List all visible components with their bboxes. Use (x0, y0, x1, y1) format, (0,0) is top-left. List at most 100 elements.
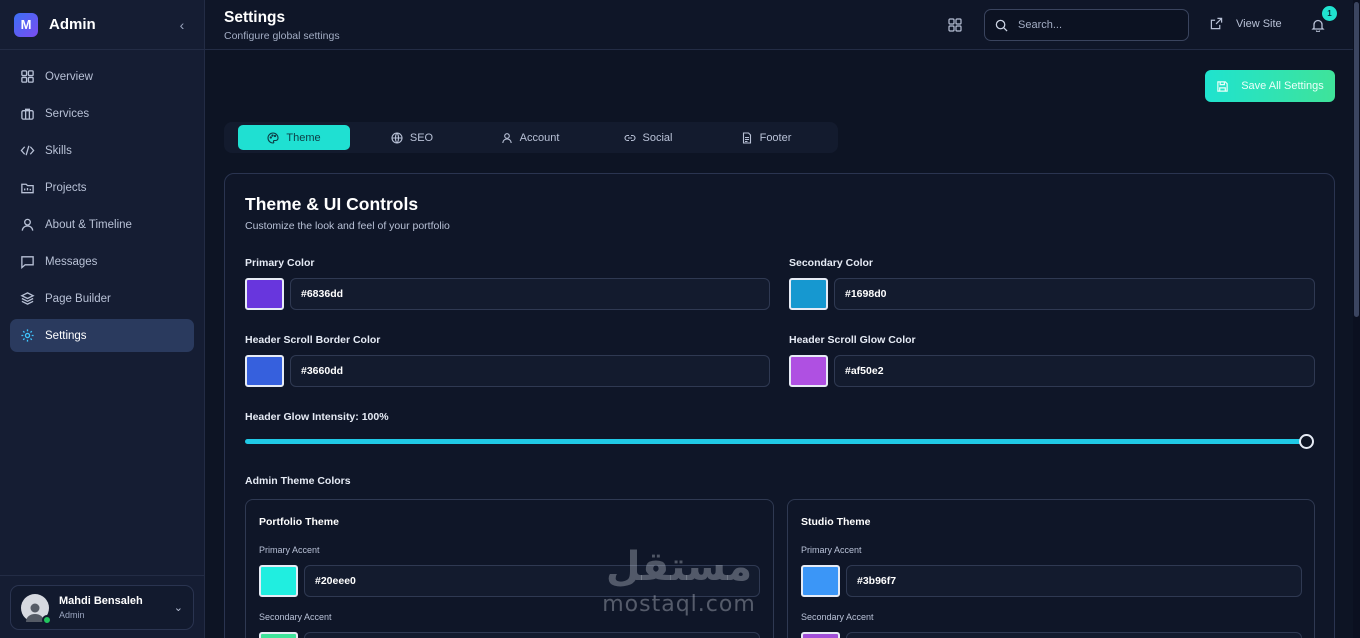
studio-secondary-accent-swatch[interactable] (801, 632, 840, 638)
secondary-color-swatch[interactable] (789, 278, 828, 310)
sidebar-item-about[interactable]: About & Timeline (10, 208, 194, 241)
user-info: Mahdi Bensaleh Admin (59, 595, 174, 620)
tab-social[interactable]: Social (592, 125, 704, 150)
notification-badge: 1 (1322, 6, 1337, 21)
save-icon (1217, 80, 1228, 92)
page-title: Settings (224, 9, 286, 26)
user-menu[interactable]: Mahdi Bensaleh Admin ⌄ (10, 585, 194, 630)
briefcase-icon (21, 108, 34, 120)
studio-secondary-accent-input[interactable] (846, 632, 1302, 638)
tab-footer[interactable]: Footer (710, 125, 822, 150)
tab-label: SEO (409, 131, 434, 144)
folder-icon (21, 183, 34, 194)
primary-color-label: Primary Color (245, 257, 315, 269)
portfolio-primary-accent-input[interactable] (304, 565, 760, 597)
palette-icon (267, 131, 279, 144)
sidebar-item-overview[interactable]: Overview (10, 60, 194, 93)
secondary-color-input[interactable] (834, 278, 1315, 310)
tab-theme[interactable]: Theme (238, 125, 350, 150)
scrollbar-thumb[interactable] (1354, 2, 1359, 317)
page-subtitle: Configure global settings (224, 30, 340, 42)
studio-primary-accent-input[interactable] (846, 565, 1302, 597)
user-icon (21, 218, 34, 231)
online-status-dot (42, 614, 52, 625)
tab-seo[interactable]: SEO (356, 125, 468, 150)
chevron-down-icon: ⌄ (173, 602, 183, 614)
sidebar-item-messages[interactable]: Messages (10, 245, 194, 278)
header-border-color-swatch[interactable] (245, 355, 284, 387)
studio-theme-card: Studio Theme Primary Accent Secondary Ac… (787, 499, 1315, 638)
portfolio-secondary-accent-input[interactable] (304, 632, 760, 638)
apps-grid-icon[interactable] (948, 18, 962, 32)
user-role: Admin (59, 610, 85, 620)
brand-title: Admin (49, 16, 96, 33)
sidebar-item-label: About & Timeline (45, 218, 132, 231)
sidebar: M Admin ‹ Overview Services Skills Proje… (0, 0, 205, 638)
user-icon (501, 132, 512, 143)
sidebar-item-label: Overview (45, 70, 93, 83)
save-all-settings-button[interactable]: Save All Settings (1205, 70, 1335, 102)
admin-theme-colors-label: Admin Theme Colors (245, 475, 351, 487)
search-input[interactable] (1018, 19, 1168, 31)
panel-title: Theme & UI Controls (245, 194, 419, 214)
studio-primary-accent-swatch[interactable] (801, 565, 840, 597)
sidebar-item-skills[interactable]: Skills (10, 134, 194, 167)
studio-secondary-accent-label: Secondary Accent (801, 612, 874, 622)
brand-logo: M (14, 12, 38, 37)
message-icon (21, 256, 34, 269)
external-link-icon (1210, 17, 1223, 30)
settings-tabs: Theme SEO Account Social Footer (224, 122, 838, 153)
theme-panel: Theme & UI Controls Customize the look a… (224, 173, 1335, 638)
portfolio-primary-accent-label: Primary Accent (259, 545, 320, 555)
sidebar-item-label: Skills (45, 144, 72, 157)
grid-icon (21, 70, 34, 83)
file-icon (742, 131, 751, 144)
header-glow-color-swatch[interactable] (789, 355, 828, 387)
sidebar-item-settings[interactable]: Settings (10, 319, 194, 352)
brand: M Admin ‹ (0, 0, 204, 50)
glow-intensity-slider-thumb[interactable] (1299, 434, 1314, 449)
tab-label: Footer (759, 131, 792, 144)
user-name: Mahdi Bensaleh (59, 595, 143, 607)
globe-icon (391, 131, 403, 144)
portfolio-theme-card: Portfolio Theme Primary Accent Secondary… (245, 499, 774, 638)
tab-label: Theme (286, 131, 321, 144)
secondary-color-label: Secondary Color (789, 257, 874, 269)
view-site-link[interactable]: View Site (1210, 17, 1282, 30)
studio-primary-accent-label: Primary Accent (801, 545, 862, 555)
sidebar-item-services[interactable]: Services (10, 97, 194, 130)
primary-color-swatch[interactable] (245, 278, 284, 310)
portfolio-secondary-accent-label: Secondary Accent (259, 612, 332, 622)
header-border-color-label: Header Scroll Border Color (245, 334, 381, 346)
gear-icon (21, 329, 34, 342)
portfolio-primary-accent-swatch[interactable] (259, 565, 298, 597)
sidebar-item-projects[interactable]: Projects (10, 171, 194, 204)
sidebar-item-label: Projects (45, 181, 87, 194)
avatar (21, 593, 52, 625)
page-scrollbar[interactable] (1353, 0, 1360, 638)
sidebar-item-label: Services (45, 107, 90, 120)
sidebar-nav: Overview Services Skills Projects About … (0, 50, 204, 352)
chevron-left-icon[interactable]: ‹ (174, 17, 190, 33)
search-box[interactable] (984, 9, 1189, 41)
header-border-color-input[interactable] (290, 355, 770, 387)
sidebar-item-page-builder[interactable]: Page Builder (10, 282, 194, 315)
save-button-label: Save All Settings (1241, 80, 1324, 92)
header-glow-color-label: Header Scroll Glow Color (789, 334, 916, 346)
primary-color-input[interactable] (290, 278, 770, 310)
glow-intensity-slider[interactable] (245, 439, 1308, 444)
portfolio-theme-title: Portfolio Theme (259, 516, 339, 528)
tab-account[interactable]: Account (474, 125, 586, 150)
bell-icon[interactable] (1311, 18, 1325, 32)
view-site-label: View Site (1236, 17, 1282, 30)
sidebar-item-label: Page Builder (45, 292, 111, 305)
portfolio-secondary-accent-swatch[interactable] (259, 632, 298, 638)
topbar: Settings Configure global settings View … (205, 0, 1360, 50)
header-glow-color-input[interactable] (834, 355, 1315, 387)
studio-theme-title: Studio Theme (801, 516, 871, 528)
code-icon (20, 145, 35, 156)
sidebar-item-label: Messages (45, 255, 98, 268)
search-icon (995, 19, 1008, 32)
link-icon (623, 134, 636, 141)
divider (0, 575, 205, 576)
